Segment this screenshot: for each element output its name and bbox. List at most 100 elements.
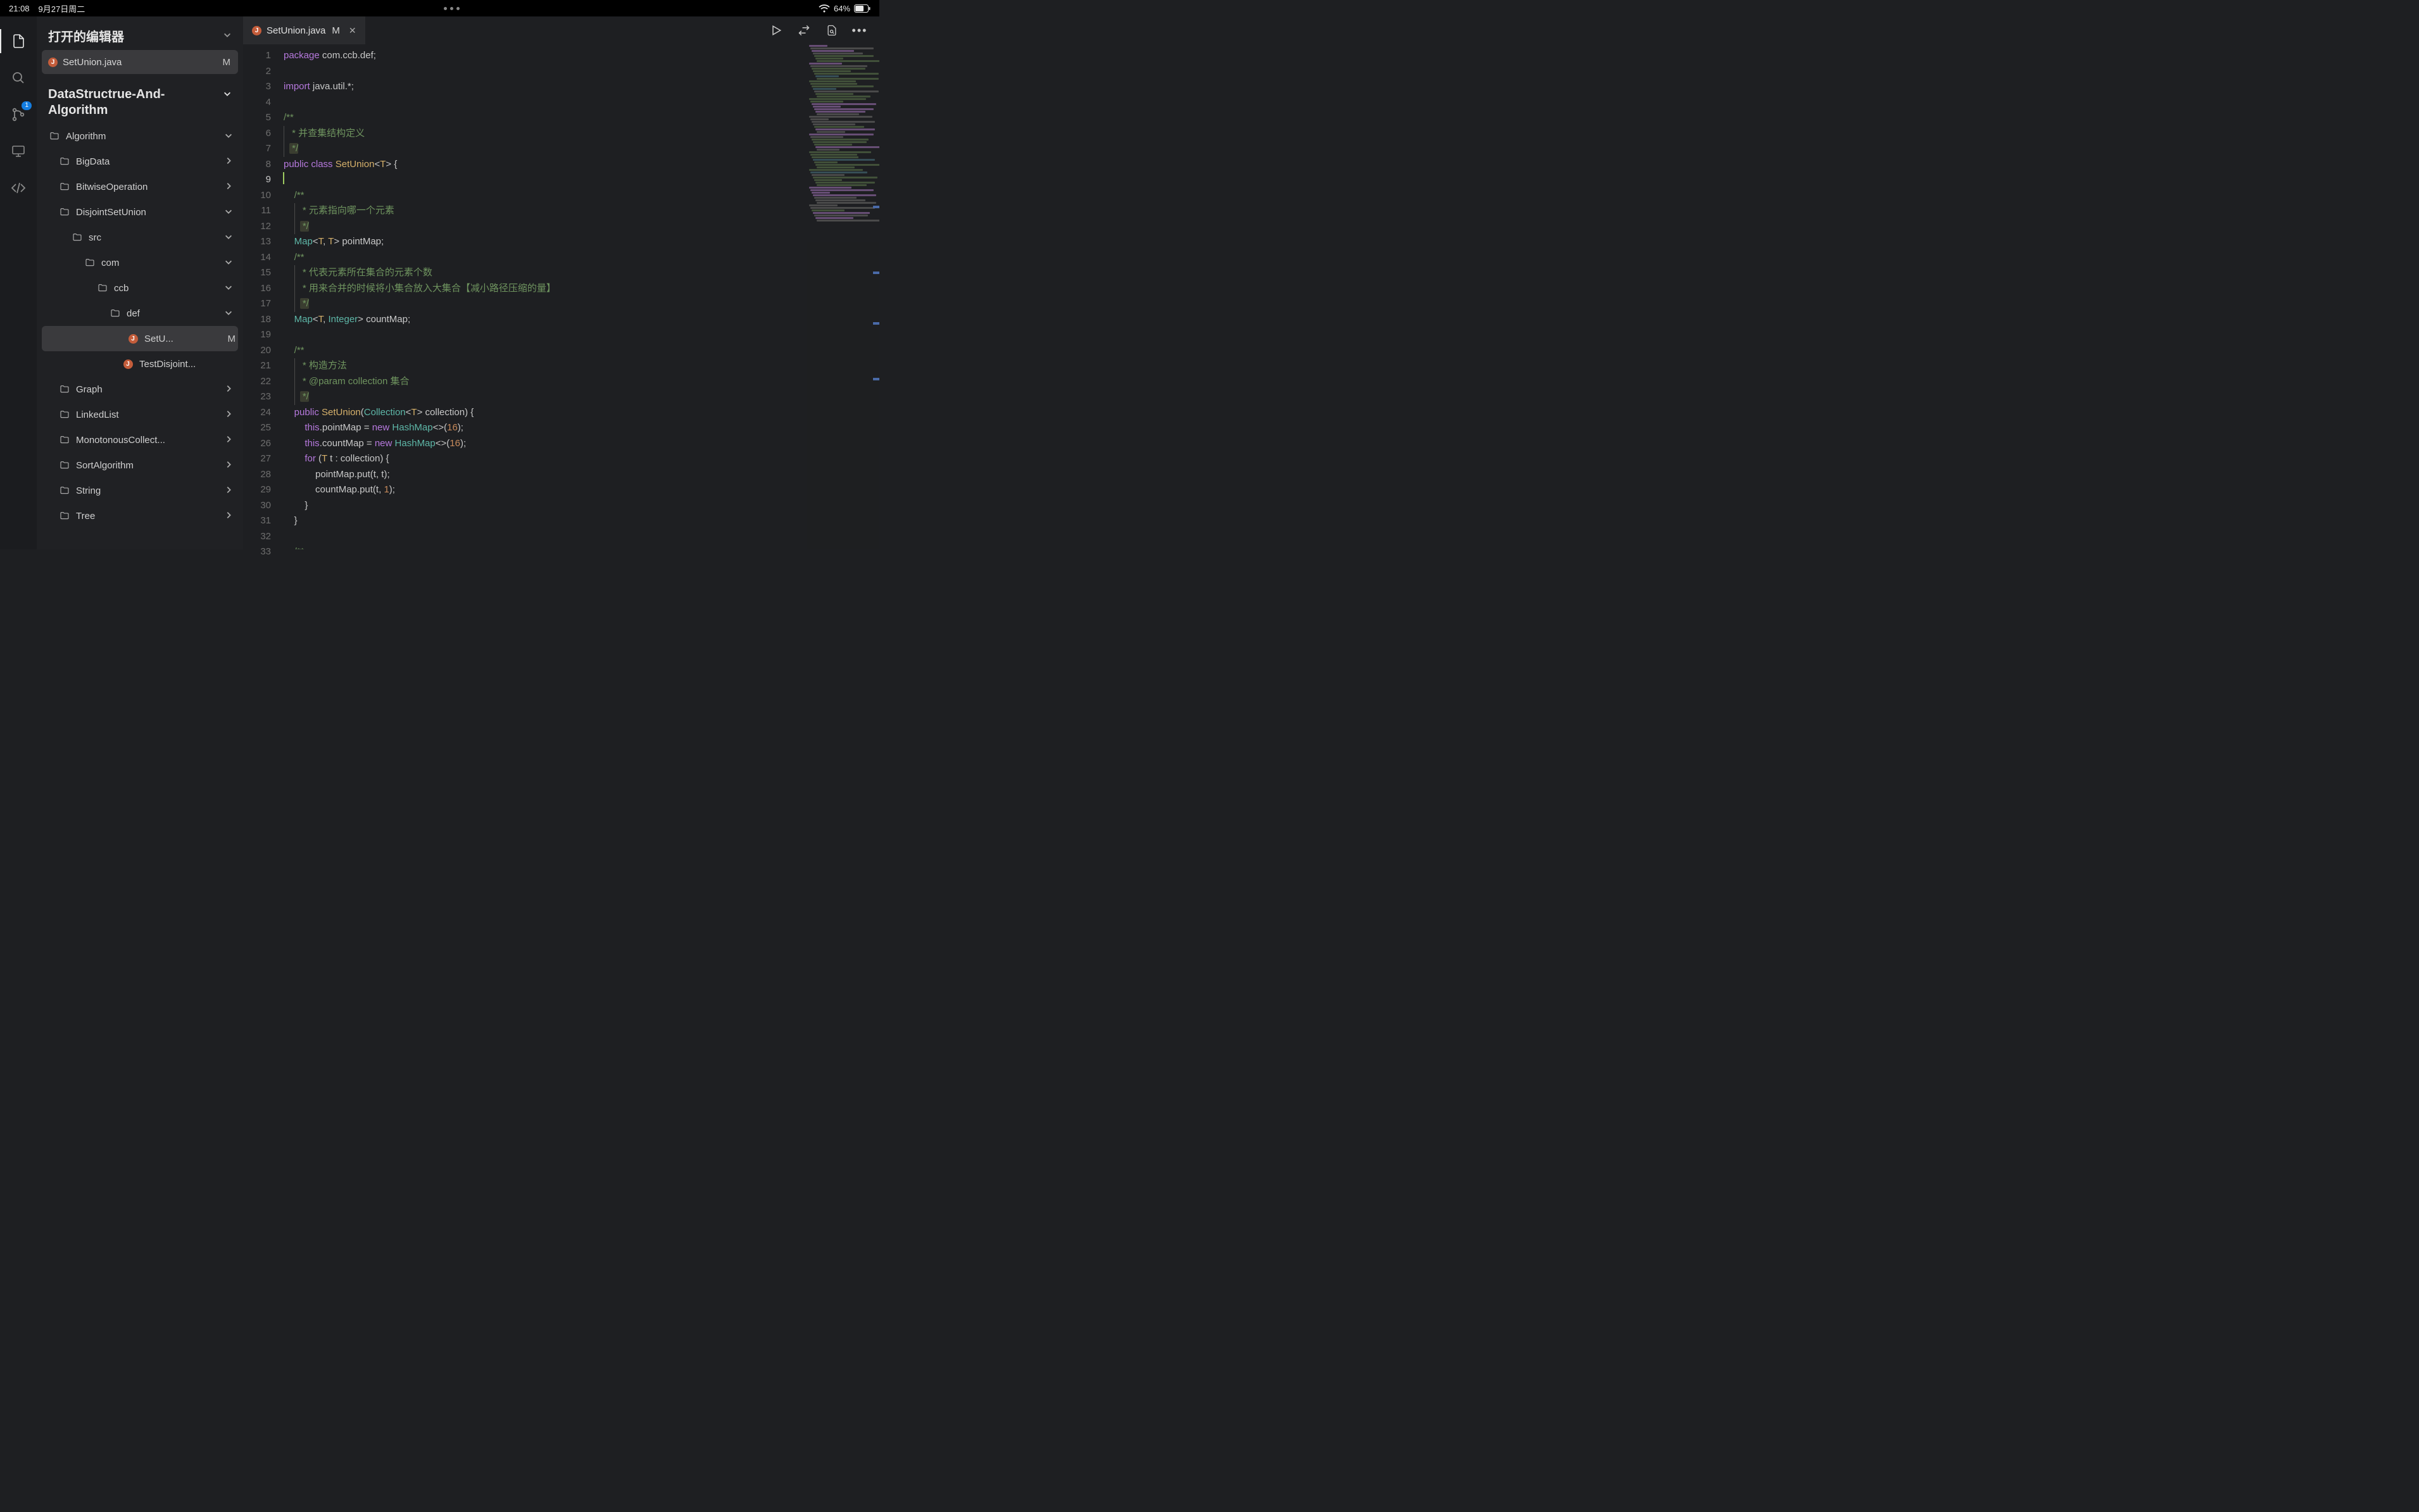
folder-icon [58, 207, 71, 217]
java-file-icon: J [48, 58, 58, 67]
run-icon[interactable] [769, 23, 783, 37]
tree-item-label: BitwiseOperation [76, 182, 222, 192]
explorer-icon[interactable] [9, 32, 28, 51]
folder-icon [58, 460, 71, 470]
tree-item-label: Tree [76, 511, 222, 522]
editor-tab[interactable]: J SetUnion.java M ✕ [243, 16, 365, 44]
explorer-sidebar: 打开的编辑器 J SetUnion.java M DataStructrue-And… [37, 16, 243, 549]
open-editor-item[interactable]: J SetUnion.java M [42, 50, 238, 74]
tree-item-label: SortAlgorithm [76, 460, 222, 471]
chevron-right-icon [222, 156, 236, 167]
tree-file[interactable]: J SetU...M [42, 326, 238, 351]
chevron-right-icon [222, 182, 236, 192]
code-tag-icon[interactable] [9, 178, 28, 197]
tree-folder[interactable]: ccb [37, 275, 243, 301]
project-title: DataStructrue-And-Algorithm [48, 87, 206, 118]
line-number-gutter[interactable]: 1234567891011121314151617181920212223242… [243, 44, 280, 549]
tree-item-label: String [76, 485, 222, 496]
folder-icon [58, 384, 71, 394]
tree-item-label: com [101, 258, 222, 268]
tree-folder[interactable]: com [37, 250, 243, 275]
folder-icon [58, 182, 71, 192]
tree-item-label: ccb [114, 283, 222, 294]
java-file-icon: J [127, 334, 139, 344]
folder-icon [96, 283, 109, 293]
remote-icon[interactable] [9, 142, 28, 161]
tree-item-label: SetU... [144, 334, 228, 344]
tree-item-label: Graph [76, 384, 222, 395]
tree-item-label: DisjointSetUnion [76, 207, 222, 218]
open-editor-filename: SetUnion.java [63, 57, 122, 68]
scm-badge: 1 [22, 101, 32, 110]
folder-icon [58, 156, 71, 166]
status-bar: 21:08 9月27日周二 64% [0, 0, 879, 16]
tree-item-label: def [127, 308, 222, 319]
folder-icon [71, 232, 84, 242]
tree-folder[interactable]: MonotonousCollect... [37, 427, 243, 453]
close-icon[interactable]: ✕ [349, 25, 356, 36]
tree-folder[interactable]: src [37, 225, 243, 250]
editor-tab-bar: J SetUnion.java M ✕ ••• [243, 16, 879, 44]
open-editors-label: 打开的编辑器 [48, 27, 124, 45]
tree-folder[interactable]: BigData [37, 149, 243, 174]
battery-percent: 64% [834, 4, 850, 13]
code-editor[interactable]: package com.ccb.def;import java.util.*;/… [280, 44, 879, 549]
java-file-icon: J [252, 26, 261, 35]
battery-icon [854, 4, 870, 13]
activity-bar: 1 [0, 16, 37, 549]
tree-folder[interactable]: BitwiseOperation [37, 174, 243, 199]
open-editors-header[interactable]: 打开的编辑器 [37, 16, 243, 50]
tree-item-label: LinkedList [76, 409, 222, 420]
chevron-right-icon [222, 460, 236, 471]
tree-folder[interactable]: Graph [37, 377, 243, 402]
overview-ruler [872, 44, 879, 549]
chevron-down-icon [222, 308, 236, 319]
tree-folder[interactable]: SortAlgorithm [37, 453, 243, 478]
tab-filename: SetUnion.java [267, 25, 325, 36]
tree-folder[interactable]: String [37, 478, 243, 503]
tree-item-label: TestDisjoint... [139, 359, 236, 370]
folder-icon [58, 435, 71, 445]
tree-folder[interactable]: def [37, 301, 243, 326]
tree-folder[interactable]: DisjointSetUnion [37, 199, 243, 225]
folder-icon [48, 131, 61, 141]
tree-item-label: Algorithm [66, 131, 222, 142]
tree-folder[interactable]: Algorithm [37, 123, 243, 149]
status-date: 9月27日周二 [39, 3, 85, 15]
chevron-right-icon [222, 384, 236, 395]
source-control-icon[interactable]: 1 [9, 105, 28, 124]
chevron-right-icon [222, 485, 236, 496]
chevron-right-icon [222, 435, 236, 446]
folder-icon [58, 409, 71, 420]
chevron-down-icon [222, 207, 236, 218]
compare-changes-icon[interactable] [797, 23, 811, 37]
chevron-down-icon [222, 258, 236, 268]
project-header[interactable]: DataStructrue-And-Algorithm [37, 80, 243, 123]
file-tree[interactable]: Algorithm BigData BitwiseOperation Disjoint… [37, 123, 243, 549]
tree-item-label: BigData [76, 156, 222, 167]
tree-item-label: src [89, 232, 222, 243]
tab-modified-indicator: M [332, 25, 340, 36]
folder-icon [58, 511, 71, 521]
search-icon[interactable] [9, 68, 28, 87]
more-icon[interactable]: ••• [853, 23, 867, 37]
chevron-down-icon [222, 283, 236, 294]
chevron-down-icon [222, 232, 236, 243]
folder-icon [84, 258, 96, 268]
tree-folder[interactable]: LinkedList [37, 402, 243, 427]
home-indicator-dots[interactable] [444, 7, 460, 10]
tree-item-label: MonotonousCollect... [76, 435, 222, 446]
java-file-icon: J [122, 359, 134, 369]
folder-icon [58, 485, 71, 496]
find-in-file-icon[interactable] [825, 23, 839, 37]
chevron-down-icon [223, 87, 232, 103]
tree-file[interactable]: J TestDisjoint... [37, 351, 243, 377]
modified-indicator: M [228, 334, 236, 344]
chevron-down-icon [222, 131, 236, 142]
status-time: 21:08 [9, 4, 30, 13]
editor-area: J SetUnion.java M ✕ ••• [243, 16, 879, 549]
chevron-right-icon [222, 511, 236, 522]
tree-folder[interactable]: Tree [37, 503, 243, 528]
modified-indicator: M [223, 57, 231, 68]
chevron-right-icon [222, 409, 236, 420]
